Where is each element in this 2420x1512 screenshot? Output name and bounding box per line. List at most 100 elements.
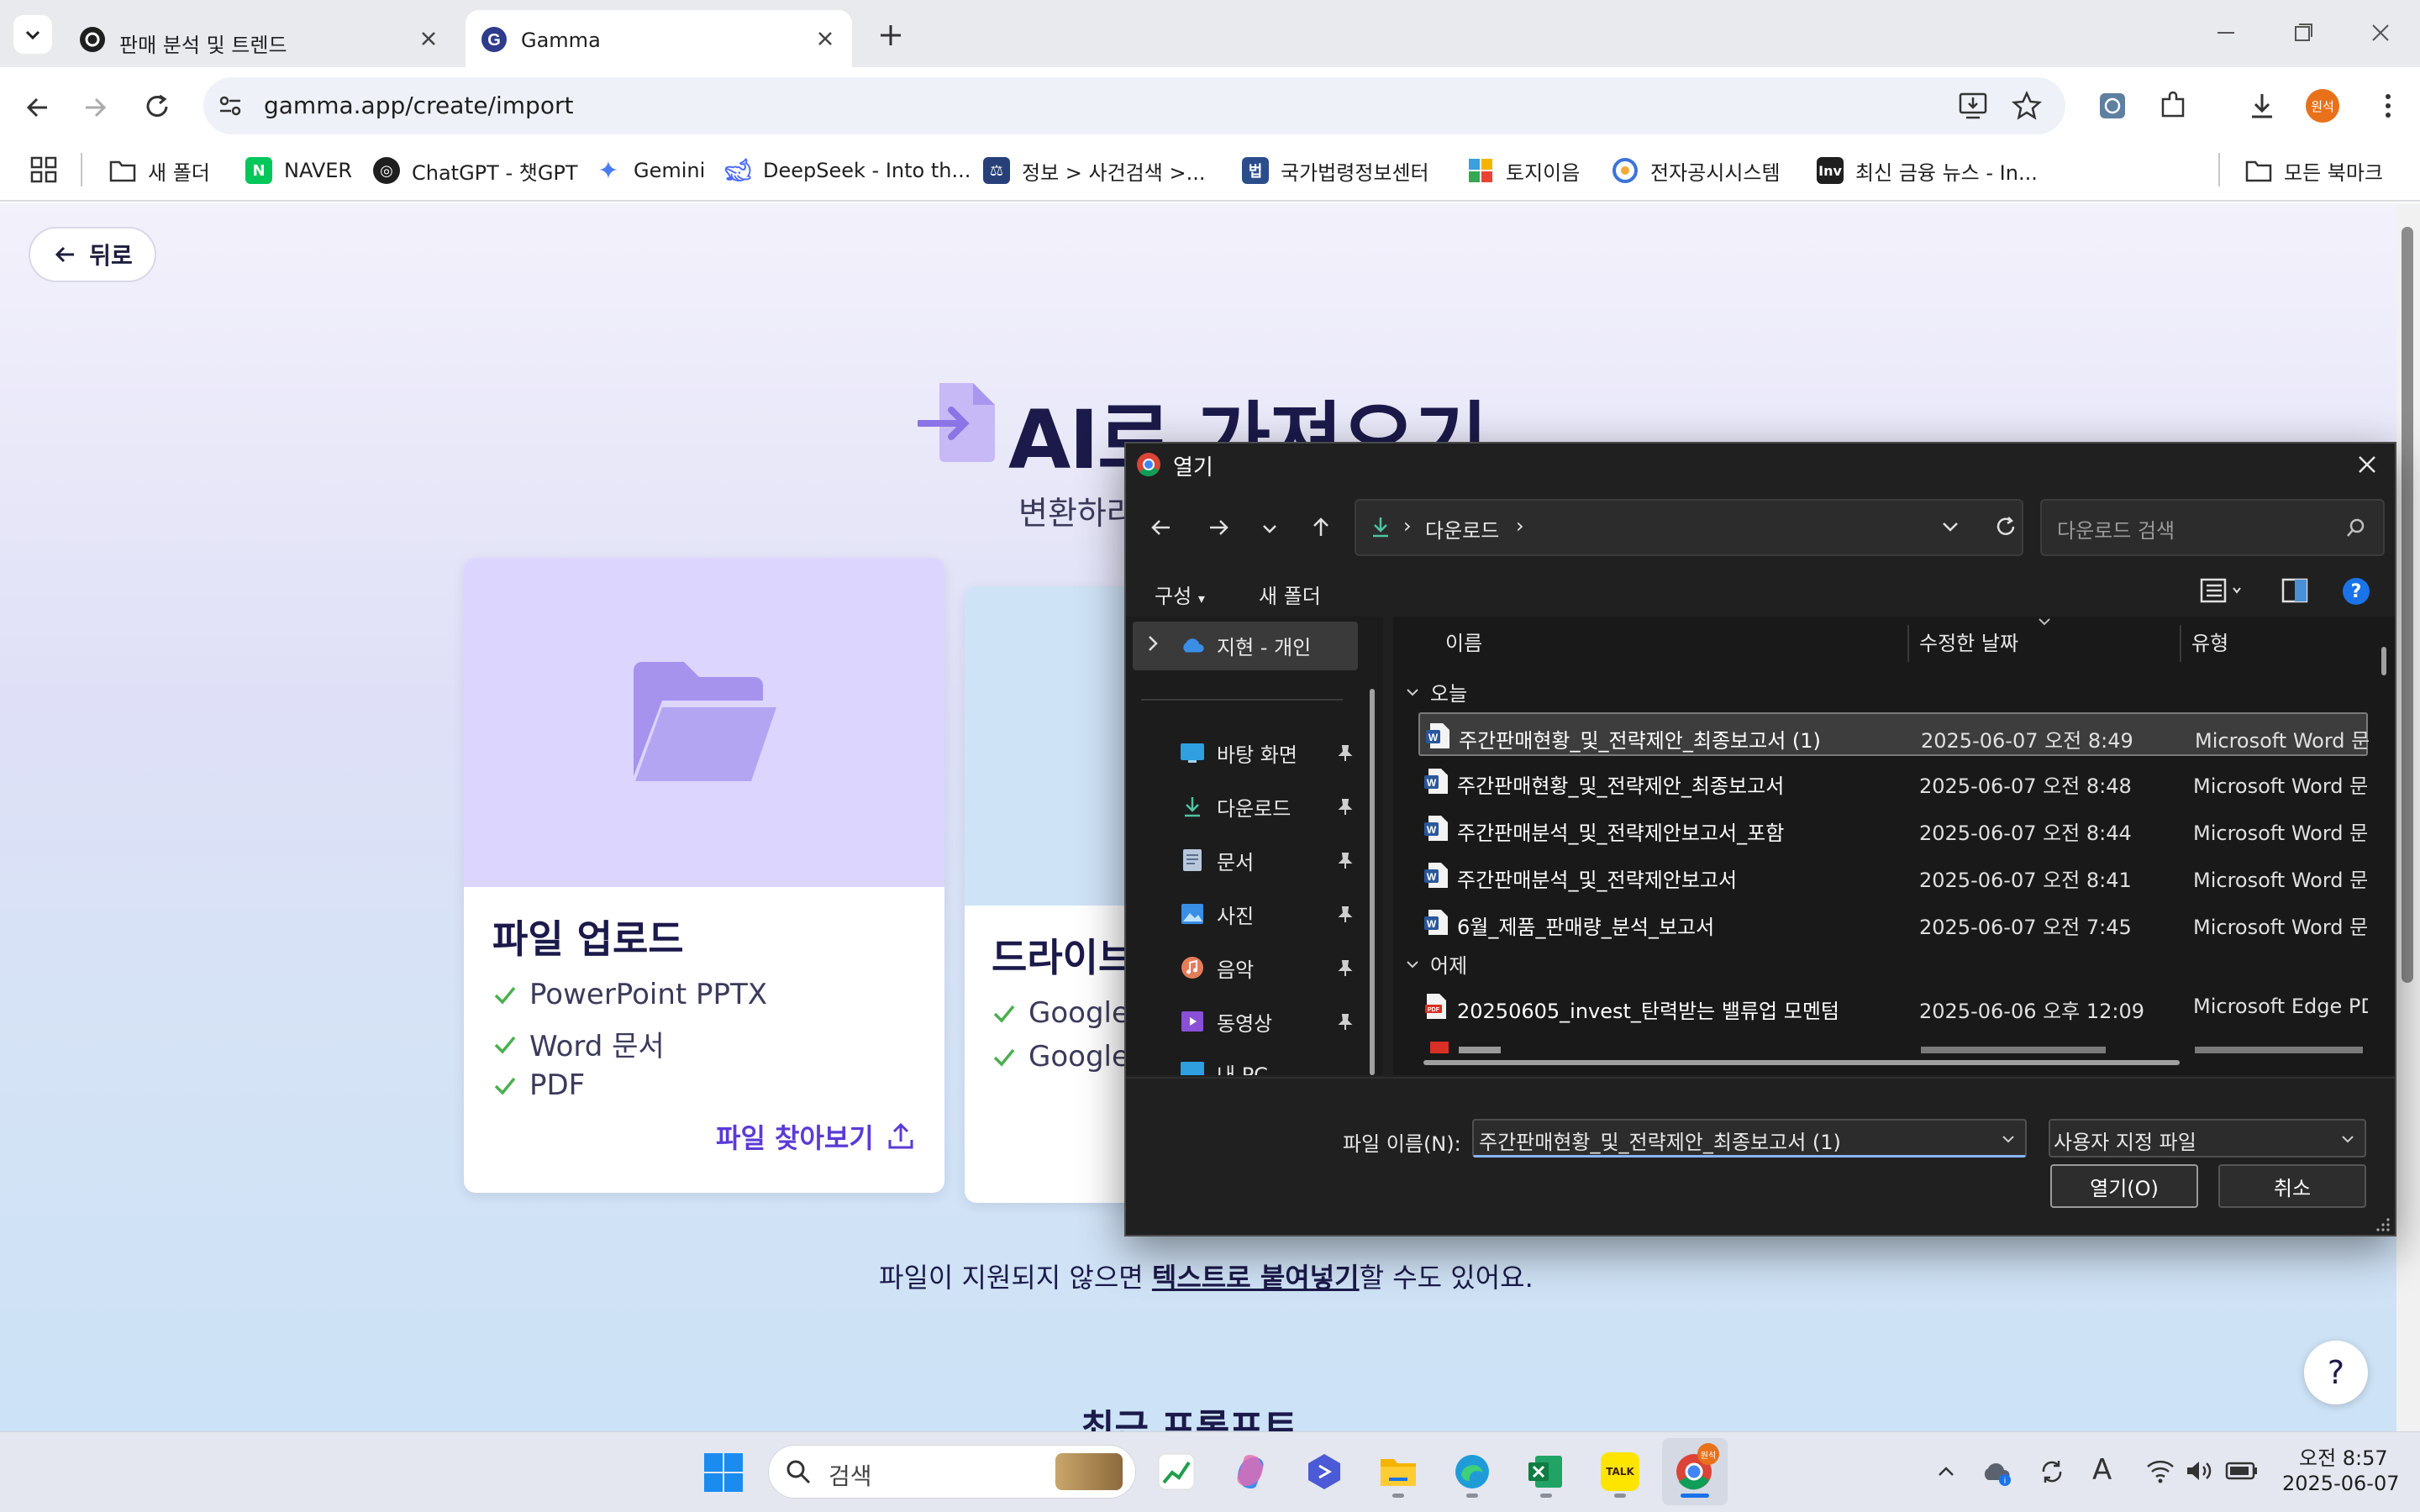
file-row-partial[interactable] bbox=[1420, 1038, 2370, 1053]
file-row[interactable]: W 주간판매현황_및_전략제안_최종보고서 2025-06-07 오전 8:48… bbox=[1418, 759, 2368, 803]
column-header-date[interactable]: 수정한 날짜 bbox=[1919, 627, 2018, 656]
recent-locations-chevron-icon[interactable] bbox=[1259, 517, 1281, 539]
all-bookmarks[interactable]: 모든 북마크 bbox=[2245, 150, 2383, 192]
chevron-down-icon[interactable] bbox=[2000, 1131, 2017, 1147]
menu-kebab-icon[interactable] bbox=[2371, 89, 2405, 123]
paste-text-link[interactable]: 텍스트로 붙여넣기 bbox=[1152, 1262, 1360, 1294]
column-separator[interactable] bbox=[1907, 625, 1909, 662]
tab-search-button[interactable] bbox=[13, 15, 52, 54]
nav-desktop[interactable]: 바탕 화면 bbox=[1180, 736, 1297, 769]
new-tab-icon[interactable] bbox=[876, 20, 906, 50]
bookmark-court[interactable]: ⚖ 정보 > 사건검색 >... bbox=[983, 150, 1205, 192]
clock-time[interactable]: 오전 8:57 bbox=[2299, 1441, 2388, 1471]
onedrive-sync-icon[interactable]: i bbox=[1980, 1455, 2013, 1488]
back-button[interactable]: 뒤로 bbox=[29, 227, 156, 282]
wifi-icon[interactable] bbox=[2146, 1458, 2175, 1483]
close-icon[interactable] bbox=[415, 25, 442, 52]
nav-pictures[interactable]: 사진 bbox=[1180, 897, 1254, 931]
show-hidden-icons-chevron[interactable] bbox=[1933, 1458, 1960, 1485]
minimize-icon[interactable] bbox=[2213, 20, 2238, 45]
file-row[interactable]: W 주간판매분석_및_전략제안보고서 2025-06-07 오전 8:41 Mi… bbox=[1418, 853, 2368, 897]
taskbar-excel[interactable] bbox=[1523, 1448, 1570, 1495]
taskbar-kakaotalk[interactable]: TALK bbox=[1597, 1448, 1644, 1495]
forward-arrow-icon[interactable] bbox=[81, 92, 111, 123]
clock-date[interactable]: 2025-06-07 bbox=[2282, 1472, 2399, 1495]
nav-pane-scrollbar[interactable] bbox=[1370, 689, 1375, 1075]
view-options-icon[interactable] bbox=[2198, 576, 2245, 605]
bookmark-chatgpt[interactable]: ◎ ChatGPT - 챗GPT bbox=[373, 150, 578, 192]
reload-icon[interactable] bbox=[141, 91, 173, 123]
taskbar-edge[interactable] bbox=[1449, 1448, 1496, 1495]
path-history-chevron-icon[interactable] bbox=[1939, 516, 1961, 538]
bookmark-dart[interactable]: 전자공시시스템 bbox=[1612, 150, 1781, 192]
refresh-icon[interactable] bbox=[1993, 514, 2018, 539]
help-icon[interactable]: ? bbox=[2343, 578, 2370, 605]
up-folder-icon[interactable] bbox=[1307, 514, 1334, 541]
windows-start-icon[interactable] bbox=[702, 1452, 744, 1494]
new-folder-button[interactable]: 새 폴더 bbox=[1259, 580, 1321, 609]
file-row[interactable]: W 6월_제품_판매량_분석_보고서 2025-06-07 오전 7:45 Mi… bbox=[1418, 900, 2368, 944]
close-icon[interactable] bbox=[812, 25, 839, 52]
open-button[interactable]: 열기(O) bbox=[2050, 1164, 2198, 1208]
battery-icon[interactable] bbox=[2225, 1460, 2259, 1482]
file-list-horizontal-scrollbar[interactable] bbox=[1423, 1060, 2180, 1065]
column-header-type[interactable]: 유형 bbox=[2191, 627, 2228, 656]
group-header-today[interactable]: 오늘 bbox=[1405, 677, 1467, 706]
help-button[interactable]: ? bbox=[2304, 1341, 2368, 1404]
close-icon[interactable] bbox=[2354, 452, 2380, 477]
input-method-icon[interactable]: A bbox=[2092, 1453, 2112, 1487]
bookmark-investing[interactable]: Inv 최신 금융 뉴스 - In... bbox=[1817, 150, 2038, 192]
restore-icon[interactable] bbox=[2291, 20, 2316, 45]
file-upload-card[interactable]: 파일 업로드 PowerPoint PPTX Word 문서 PDF 파일 찾아… bbox=[464, 558, 944, 1193]
extensions-puzzle-icon[interactable] bbox=[2156, 89, 2190, 123]
bookmark-law[interactable]: 법 국가법령정보센터 bbox=[1242, 150, 1429, 192]
file-row[interactable]: PDF 20250605_invest_탄력받는 밸류업 모멘텀 2025-06… bbox=[1418, 984, 2368, 1028]
taskbar-copilot[interactable] bbox=[1227, 1448, 1274, 1495]
sync-icon[interactable] bbox=[2037, 1457, 2067, 1487]
file-list-vertical-scrollbar[interactable] bbox=[2381, 647, 2386, 675]
expand-chevron-icon[interactable] bbox=[1143, 633, 1163, 654]
forward-arrow-icon[interactable] bbox=[1205, 514, 1232, 541]
bookmark-deepseek[interactable]: 🐋︎ DeepSeek - Into th... bbox=[724, 150, 971, 192]
organize-menu[interactable]: 구성 ▾ bbox=[1155, 580, 1205, 609]
nav-downloads[interactable]: 다운로드 bbox=[1180, 790, 1291, 823]
file-row-selected[interactable]: W 주간판매현황_및_전략제안_최종보고서 (1) 2025-06-07 오전 … bbox=[1418, 712, 2370, 756]
column-header-name[interactable]: 이름 bbox=[1445, 627, 1482, 656]
bookmark-land[interactable]: 토지이음 bbox=[1467, 150, 1580, 192]
filename-input[interactable]: 주간판매현황_및_전략제안_최종보고서 (1) bbox=[1472, 1119, 2027, 1158]
filetype-select[interactable]: 사용자 지정 파일 bbox=[2049, 1119, 2366, 1158]
site-settings-icon[interactable] bbox=[215, 91, 245, 121]
file-row[interactable]: W 주간판매분석_및_전략제안보고서_포함 2025-06-07 오전 8:44… bbox=[1418, 806, 2368, 850]
tab-sales-analysis[interactable]: 판매 분석 및 트렌드 bbox=[64, 10, 455, 67]
cancel-button[interactable]: 취소 bbox=[2218, 1164, 2366, 1208]
resize-grip-icon[interactable] bbox=[2375, 1216, 2391, 1233]
page-scroll-thumb[interactable] bbox=[2402, 227, 2413, 983]
volume-icon[interactable] bbox=[2185, 1458, 2213, 1483]
nav-onedrive-personal[interactable]: 지현 - 개인 bbox=[1180, 628, 1311, 662]
taskbar-stock-app[interactable] bbox=[1153, 1448, 1200, 1495]
bookmark-star-icon[interactable] bbox=[2010, 89, 2044, 123]
back-arrow-icon[interactable] bbox=[22, 92, 52, 123]
column-separator[interactable] bbox=[2180, 625, 2181, 662]
profile-avatar[interactable]: 원석 bbox=[2306, 89, 2339, 123]
browse-files-link[interactable]: 파일 찾아보기 bbox=[716, 1117, 916, 1156]
close-window-icon[interactable] bbox=[2368, 20, 2393, 45]
install-app-icon[interactable] bbox=[1956, 89, 1990, 123]
downloads-icon[interactable] bbox=[2245, 89, 2279, 123]
bookmark-naver[interactable]: N NAVER bbox=[245, 150, 352, 192]
taskbar-file-explorer[interactable] bbox=[1375, 1448, 1422, 1495]
nav-documents[interactable]: 문서 bbox=[1180, 843, 1254, 877]
bookmark-gemini[interactable]: ✦ Gemini bbox=[595, 150, 705, 192]
tab-gamma[interactable]: G Gamma bbox=[466, 10, 852, 67]
extension-translate-icon[interactable] bbox=[2096, 89, 2129, 123]
apps-grid-icon[interactable] bbox=[29, 155, 59, 185]
bookmark-new-folder[interactable]: 새 폴더 bbox=[109, 150, 210, 192]
nav-music[interactable]: 음악 bbox=[1180, 951, 1254, 984]
back-arrow-icon[interactable] bbox=[1148, 514, 1175, 541]
path-segment-downloads[interactable]: 다운로드 bbox=[1425, 514, 1499, 543]
preview-pane-icon[interactable] bbox=[2281, 576, 2309, 605]
nav-this-pc[interactable]: 내 PC bbox=[1180, 1058, 1268, 1075]
nav-videos[interactable]: 동영상 bbox=[1180, 1005, 1272, 1038]
group-header-yesterday[interactable]: 어제 bbox=[1405, 949, 1467, 979]
taskbar-dev-app[interactable] bbox=[1301, 1448, 1348, 1495]
